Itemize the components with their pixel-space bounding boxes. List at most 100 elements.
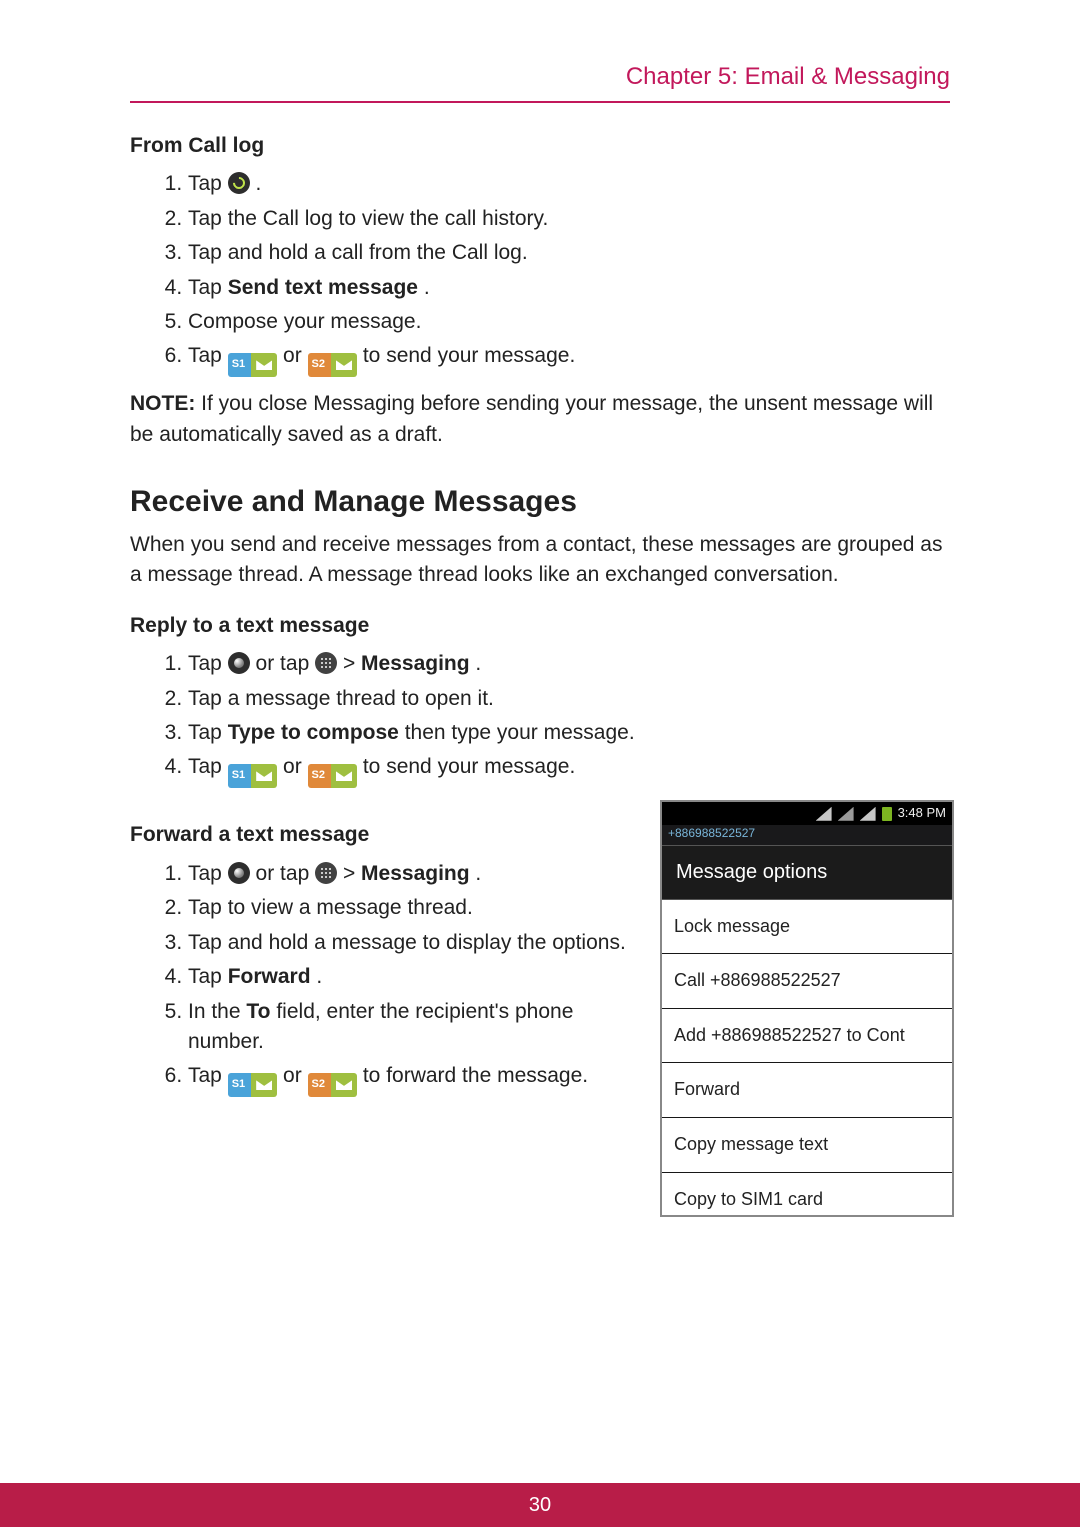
sim1-label: S1	[228, 1073, 251, 1097]
manual-page: Chapter 5: Email & Messaging From Call l…	[0, 0, 1080, 1527]
reply-steps: Tap or tap > Messaging . Tap a message t…	[130, 649, 950, 788]
step: Tap Type to compose then type your messa…	[188, 718, 950, 748]
step: Compose your message.	[188, 307, 950, 337]
reply-heading: Reply to a text message	[130, 611, 950, 641]
sim2-send-icon: S2	[308, 764, 357, 788]
step: Tap and hold a call from the Call log.	[188, 238, 950, 268]
envelope-icon	[251, 1073, 277, 1097]
sim1-label: S1	[228, 353, 251, 377]
text: Tap	[188, 721, 228, 744]
envelope-icon	[251, 353, 277, 377]
page-number: 30	[529, 1494, 551, 1516]
text: .	[316, 965, 322, 988]
text: .	[424, 276, 430, 299]
dialer-icon	[228, 172, 250, 194]
text: Tap	[188, 172, 228, 195]
text: to forward the message.	[363, 1064, 588, 1087]
note-label: NOTE:	[130, 392, 195, 415]
from-call-log-heading: From Call log	[130, 131, 950, 161]
option-forward[interactable]: Forward	[662, 1063, 952, 1118]
bold-text: Messaging	[361, 652, 470, 675]
sim2-send-icon: S2	[308, 353, 357, 377]
option-lock-message[interactable]: Lock message	[662, 900, 952, 955]
step: Tap S1 or S2 to send your message.	[188, 341, 950, 377]
apps-icon	[315, 862, 337, 884]
bold-text: Send text message	[228, 276, 418, 299]
text: Tap	[188, 276, 228, 299]
sim2-label: S2	[308, 353, 331, 377]
step: Tap S1 or S2 to send your message.	[188, 752, 950, 788]
page-footer: 30	[0, 1483, 1080, 1527]
home-icon	[228, 862, 250, 884]
text: Tap	[188, 862, 228, 885]
text: .	[475, 652, 481, 675]
sim1-send-icon: S1	[228, 1073, 277, 1097]
step: Tap Forward .	[188, 962, 640, 992]
text: then type your message.	[405, 721, 635, 744]
text: Tap	[188, 344, 228, 367]
note-text: If you close Messaging before sending yo…	[130, 392, 933, 445]
status-bar: 3:48 PM	[662, 802, 952, 825]
sim1-send-icon: S1	[228, 353, 277, 377]
step: Tap or tap > Messaging .	[188, 649, 950, 679]
bold-text: Messaging	[361, 862, 470, 885]
text: >	[343, 652, 361, 675]
sim2-label: S2	[308, 764, 331, 788]
thread-number: +886988522527	[662, 825, 952, 844]
step: Tap or tap > Messaging .	[188, 859, 640, 889]
text: Tap	[188, 652, 228, 675]
sim1-label: S1	[228, 764, 251, 788]
phone-frame: 3:48 PM +886988522527 Message options Lo…	[660, 800, 954, 1216]
text: .	[256, 172, 262, 195]
envelope-icon	[331, 1073, 357, 1097]
options-title: Message options	[662, 845, 952, 900]
step: Tap the Call log to view the call histor…	[188, 204, 950, 234]
home-icon	[228, 652, 250, 674]
text: or tap	[256, 652, 316, 675]
step: Tap to view a message thread.	[188, 893, 640, 923]
text: Tap	[188, 965, 228, 988]
section-intro: When you send and receive messages from …	[130, 530, 950, 591]
text: Tap	[188, 1064, 228, 1087]
forward-row: Forward a text message Tap or tap > Mess…	[130, 800, 950, 1216]
text: or	[283, 755, 308, 778]
text: In the	[188, 1000, 246, 1023]
forward-text-column: Forward a text message Tap or tap > Mess…	[130, 800, 640, 1109]
step: Tap .	[188, 169, 950, 199]
option-add-contact[interactable]: Add +886988522527 to Cont	[662, 1009, 952, 1064]
step: Tap S1 or S2 to forward the message.	[188, 1061, 640, 1097]
battery-icon	[882, 807, 892, 821]
text: or	[283, 1064, 308, 1087]
envelope-icon	[331, 353, 357, 377]
forward-heading: Forward a text message	[130, 820, 640, 850]
text: or tap	[256, 862, 316, 885]
from-call-log-steps: Tap . Tap the Call log to view the call …	[130, 169, 950, 377]
text: to send your message.	[363, 755, 575, 778]
sim2-send-icon: S2	[308, 1073, 357, 1097]
signal-icon	[838, 807, 854, 821]
text: Tap	[188, 755, 228, 778]
option-call-number[interactable]: Call +886988522527	[662, 954, 952, 1009]
signal-icon	[816, 807, 832, 821]
step: In the To field, enter the recipient's p…	[188, 997, 640, 1058]
bold-text: Type to compose	[228, 721, 399, 744]
text: .	[475, 862, 481, 885]
note-block: NOTE: If you close Messaging before send…	[130, 389, 950, 450]
option-copy-text[interactable]: Copy message text	[662, 1118, 952, 1173]
text: >	[343, 862, 361, 885]
clock: 3:48 PM	[898, 804, 946, 823]
sim1-send-icon: S1	[228, 764, 277, 788]
section-heading: Receive and Manage Messages	[130, 480, 950, 524]
envelope-icon	[251, 764, 277, 788]
bold-text: To	[246, 1000, 270, 1023]
step: Tap and hold a message to display the op…	[188, 928, 640, 958]
option-copy-to-sim1[interactable]: Copy to SIM1 card	[662, 1173, 952, 1215]
step: Tap a message thread to open it.	[188, 684, 950, 714]
text: to send your message.	[363, 344, 575, 367]
bold-text: Forward	[228, 965, 311, 988]
signal-icon	[860, 807, 876, 821]
phone-screenshot: 3:48 PM +886988522527 Message options Lo…	[660, 800, 950, 1216]
forward-steps: Tap or tap > Messaging . Tap to view a m…	[130, 859, 640, 1098]
apps-icon	[315, 652, 337, 674]
text: or	[283, 344, 308, 367]
